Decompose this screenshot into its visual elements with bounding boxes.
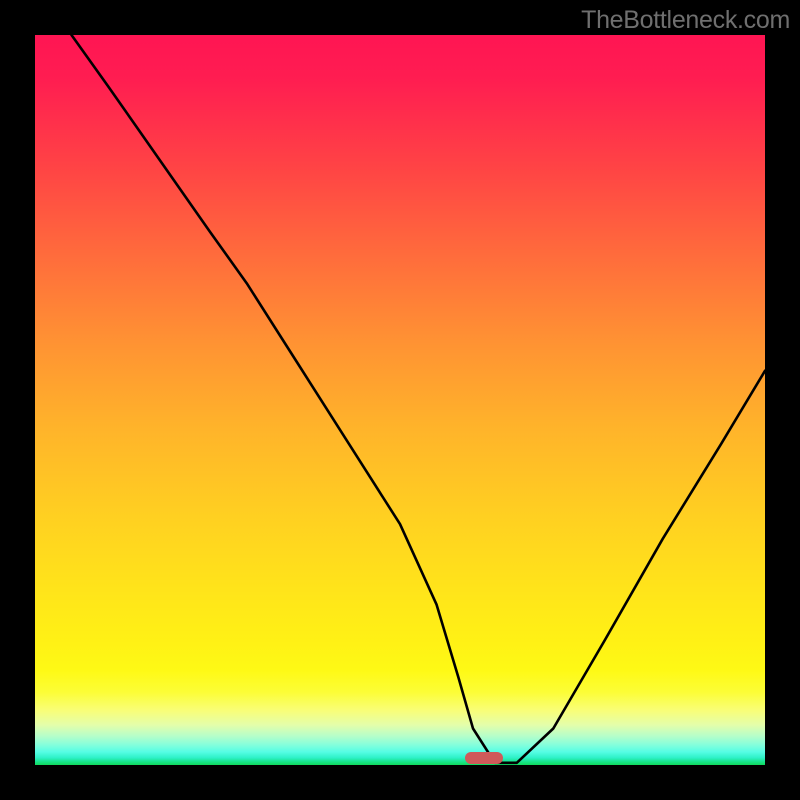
attribution-text: TheBottleneck.com	[581, 6, 790, 35]
chart-canvas: TheBottleneck.com	[0, 0, 800, 800]
line-curve	[35, 35, 765, 765]
plot-area	[35, 35, 765, 765]
optimum-marker	[465, 752, 503, 764]
